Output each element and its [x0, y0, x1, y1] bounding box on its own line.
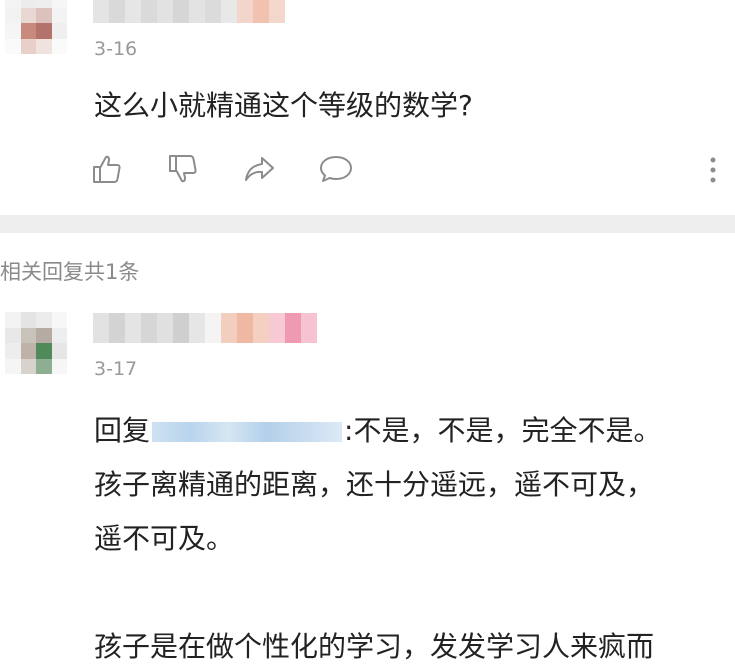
avatar[interactable]: [5, 0, 67, 54]
comment-bubble-icon[interactable]: [318, 152, 354, 186]
reply-line: 孩子是在做个性化的学习，发发学习人来疯而: [94, 630, 655, 663]
comment-date: 3-16: [94, 38, 138, 60]
more-vertical-icon[interactable]: [708, 155, 718, 189]
comment-text: 这么小就精通这个等级的数学?: [94, 89, 473, 122]
share-icon[interactable]: [242, 152, 276, 186]
comment-thread: 3-16 这么小就精通这个等级的数学? 相关回复共1条 3-17 回复:不是，…: [0, 0, 735, 668]
thumbs-down-icon[interactable]: [166, 152, 200, 186]
comment-actions: [90, 152, 354, 186]
section-divider: [0, 215, 735, 233]
reply-text: 回复 :不是，不是，完全不是。 孩子离精通的距离，还十分遥远，遥不可及， 遥不可及…: [94, 404, 724, 668]
related-replies-count: 相关回复共1条: [0, 260, 140, 284]
reply-line: 回复 :不是，不是，完全不是。: [94, 404, 724, 458]
reply-first-line: :不是，不是，完全不是。: [344, 414, 662, 447]
reply-avatar[interactable]: [5, 312, 67, 374]
mention-link[interactable]: [152, 422, 343, 442]
reply-line: 孩子离精通的距离，还十分遥远，遥不可及，: [94, 468, 655, 501]
thumbs-up-icon[interactable]: [90, 152, 124, 186]
reply-date: 3-17: [94, 358, 138, 380]
reply-line: 遥不可及。: [94, 522, 235, 555]
username[interactable]: [93, 0, 285, 23]
reply-username[interactable]: [93, 313, 317, 343]
reply-prefix: 回复: [94, 414, 151, 447]
